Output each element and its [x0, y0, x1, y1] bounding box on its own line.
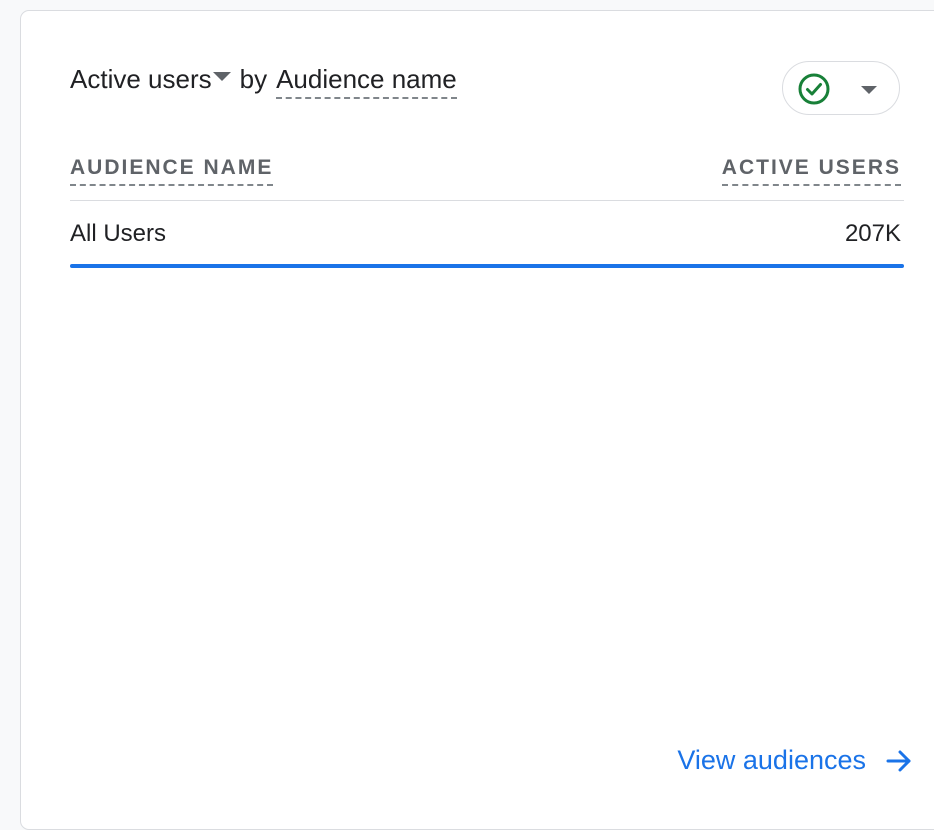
metric-selector[interactable]: Active users [70, 64, 240, 95]
audience-card [20, 10, 934, 830]
caret-down-icon [861, 86, 877, 94]
row-proportion-bar [70, 264, 904, 268]
row-audience-name: All Users [70, 220, 167, 247]
card-title: Active users by Audience name [70, 64, 457, 100]
metric-label: Active users [70, 64, 212, 94]
row-proportion-bar-fill [70, 264, 904, 268]
table-header-divider [70, 200, 904, 201]
column-header-audience-name[interactable]: AUDIENCE NAME [70, 156, 274, 186]
caret-down-icon [212, 72, 231, 81]
title-connector: by [239, 64, 268, 94]
check-circle-icon [798, 73, 830, 105]
arrow-right-icon [886, 750, 911, 771]
column-header-active-users[interactable]: ACTIVE USERS [721, 156, 901, 186]
view-audiences-link[interactable]: View audiences [677, 745, 914, 776]
dimension-selector[interactable]: Audience name [276, 64, 457, 99]
comparison-dropdown-button[interactable] [782, 61, 900, 115]
view-audiences-label: View audiences [677, 745, 866, 775]
row-active-users-value: 207K [844, 220, 901, 247]
